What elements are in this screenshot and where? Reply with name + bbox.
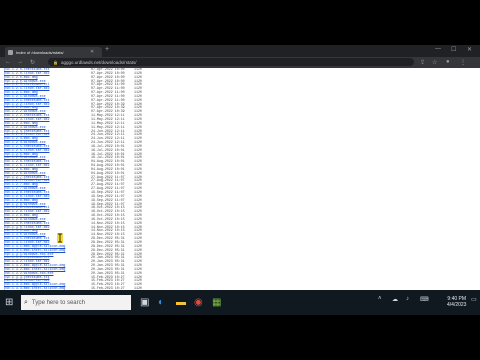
tray-chevron-icon[interactable]: ˄ [378,296,382,302]
minimize-icon[interactable]: — [435,46,441,52]
text-cursor-icon [57,233,63,243]
close-tab-icon[interactable]: ✕ [90,49,94,55]
clock-date: 4/4/2023 [447,302,467,308]
taskbar-search-box[interactable]: ⌕ Type here to search [21,295,131,310]
address-bar[interactable]: 🔒 agggo.urdlawds.net/downloads/rstats/ [48,58,414,66]
file-explorer-icon[interactable]: ▬ [176,297,186,308]
search-placeholder: Type here to search [31,299,85,306]
menu-icon[interactable]: ⋮ [460,59,466,66]
task-view-icon[interactable]: ▣ [140,297,149,308]
maximize-icon[interactable]: ☐ [451,46,456,53]
language-indicator-icon[interactable]: ⌨ [420,296,429,303]
volume-icon[interactable]: ♪ [406,296,409,302]
edge-icon[interactable]: ◐ [158,297,164,308]
start-windows-icon[interactable]: ⊞ [5,297,13,308]
browser-tab[interactable]: Index of /downloads/rstats/ ✕ [5,47,102,57]
system-clock[interactable]: 9:40 PM 4/4/2023 [447,296,466,308]
url-text: agggo.urdlawds.net/downloads/rstats/ [60,59,137,65]
bookmark-star-icon[interactable]: ☆ [432,59,437,66]
chrome-icon[interactable]: ◉ [194,297,203,308]
browser-toolbar: ← → ↻ 🔒 agggo.urdlawds.net/downloads/rst… [0,57,480,68]
lock-icon: 🔒 [53,59,58,65]
tab-strip: Index of /downloads/rstats/ ✕ + — ☐ ✕ [0,45,480,57]
taskbar: ⊞ ⌕ Type here to search ▣ ◐ ▬ ◉ ▦ ˄ ☁ ♪ … [0,290,480,315]
screen: Index of /downloads/rstats/ ✕ + — ☐ ✕ ← … [0,45,480,315]
profile-icon[interactable]: ● [446,59,450,65]
tab-title: Index of /downloads/rstats/ [16,49,64,55]
new-tab-button[interactable]: + [105,46,109,53]
forward-icon[interactable]: → [17,59,23,65]
file-listing: p4c-1.2.0-checksums.txt 07-Apr-2022 10:00… [4,68,474,290]
network-icon[interactable]: ☁ [392,296,398,303]
back-icon[interactable]: ← [5,59,11,65]
app-icon[interactable]: ▦ [212,297,221,308]
search-icon: ⌕ [24,298,28,306]
notifications-icon[interactable]: ▭ [471,296,477,303]
share-icon[interactable]: ⇪ [420,59,425,66]
reload-icon[interactable]: ↻ [30,59,35,66]
favicon-icon [8,49,13,55]
close-window-icon[interactable]: ✕ [467,46,472,53]
